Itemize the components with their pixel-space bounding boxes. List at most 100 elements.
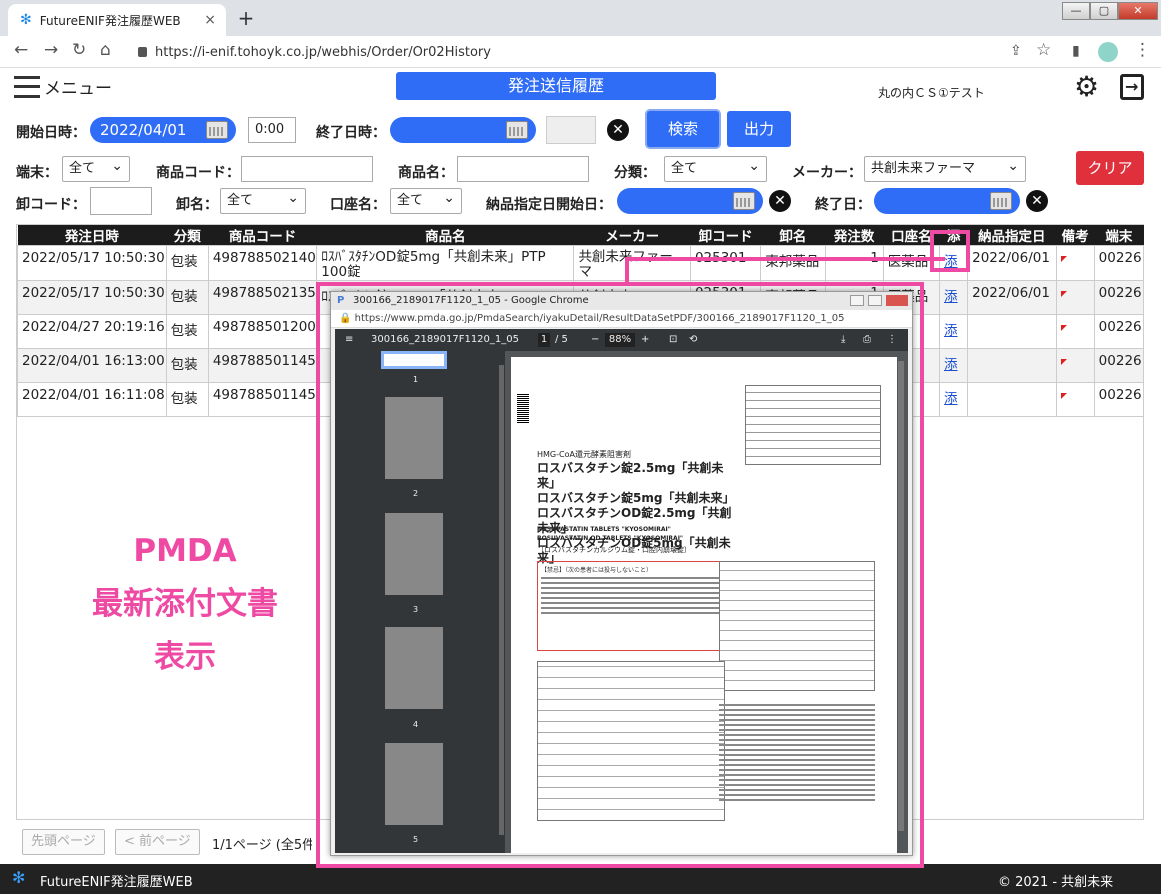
- account-select[interactable]: 全て: [390, 186, 462, 214]
- end-time-input[interactable]: [546, 116, 596, 144]
- logout-icon[interactable]: →: [1120, 74, 1144, 100]
- print-icon[interactable]: ⎙: [863, 329, 871, 351]
- pdf-thumbnail[interactable]: [385, 397, 443, 479]
- download-icon[interactable]: ⤓: [841, 329, 845, 351]
- cell-delivery: 2022/06/01: [967, 245, 1057, 281]
- profile-avatar[interactable]: [1098, 42, 1118, 62]
- search-button[interactable]: 検索: [647, 111, 719, 147]
- cell-wname: 東邦薬品: [760, 245, 826, 281]
- clear-delivery-start-icon[interactable]: ✕: [769, 190, 791, 212]
- end-label: 終了日時：: [316, 125, 386, 141]
- maker-select[interactable]: 共創未来ファーマ: [864, 154, 1026, 182]
- rotate-icon[interactable]: ⟲: [689, 329, 697, 351]
- col-header[interactable]: 発注日時: [17, 225, 167, 246]
- col-header[interactable]: 発注数: [825, 225, 884, 246]
- category-value: 全て: [671, 161, 698, 176]
- cell-remarks[interactable]: [1055, 314, 1095, 349]
- attachment-link[interactable]: 添: [939, 348, 969, 383]
- col-header[interactable]: メーカー: [573, 225, 691, 246]
- gear-icon[interactable]: ⚙: [1074, 72, 1099, 102]
- pdf-more-icon[interactable]: ⋮: [887, 329, 897, 351]
- product-code-input[interactable]: [241, 156, 373, 182]
- cell-remarks[interactable]: [1055, 245, 1095, 281]
- col-header[interactable]: 商品コード: [208, 225, 317, 246]
- pdf-thumbnail[interactable]: [385, 743, 443, 825]
- side-panel-icon[interactable]: ▮: [1072, 43, 1080, 59]
- back-icon[interactable]: ←: [14, 40, 28, 60]
- more-menu-icon[interactable]: ⋮: [1134, 40, 1151, 60]
- browser-tab[interactable]: ✻ FutureENIF発注履歴WEB ×: [8, 4, 226, 36]
- popup-titlebar[interactable]: P 300166_2189017F1120_1_05 - Google Chro…: [331, 292, 912, 310]
- zoom-in-icon[interactable]: +: [641, 329, 649, 351]
- annotation-text: PMDA 最新添付文書 表示: [60, 525, 310, 684]
- start-time-input[interactable]: 0:00: [248, 117, 296, 143]
- delivery-end-input[interactable]: [874, 188, 1020, 214]
- popup-url-bar[interactable]: 🔒 https://www.pmda.go.jp/PmdaSearch/iyak…: [331, 310, 912, 328]
- url-field[interactable]: https://i-enif.tohoyk.co.jp/webhis/Order…: [130, 40, 1060, 64]
- popup-close-button[interactable]: [886, 295, 908, 306]
- highlight-box: [930, 230, 970, 272]
- close-window-button[interactable]: ✕: [1118, 2, 1158, 20]
- col-header[interactable]: 商品名: [316, 225, 574, 246]
- pdf-page-input[interactable]: 1: [538, 333, 550, 347]
- first-page-button[interactable]: 先頭ページ: [22, 829, 105, 855]
- popup-minimize-button[interactable]: [850, 295, 864, 306]
- fit-page-icon[interactable]: ⊡: [669, 329, 677, 351]
- cell-remarks[interactable]: [1055, 348, 1095, 383]
- end-date-input[interactable]: [390, 117, 536, 143]
- forward-icon[interactable]: →: [44, 40, 58, 60]
- app-logo-icon: ✻: [20, 12, 32, 28]
- doc-table: [537, 661, 725, 821]
- cell-category: 包装: [165, 382, 209, 417]
- new-tab-button[interactable]: +: [234, 7, 258, 31]
- delivery-start-input[interactable]: [617, 188, 763, 214]
- terminal-select[interactable]: 全て: [62, 154, 130, 182]
- minimize-button[interactable]: —: [1062, 2, 1090, 20]
- tab-close-icon[interactable]: ×: [204, 12, 216, 28]
- calendar-icon[interactable]: [733, 192, 755, 210]
- popup-maximize-button[interactable]: [868, 295, 882, 306]
- prev-page-button[interactable]: < 前ページ: [115, 829, 200, 855]
- col-header[interactable]: 端末: [1094, 225, 1144, 246]
- attachment-link[interactable]: 添: [939, 314, 969, 349]
- pdf-thumbnail[interactable]: [385, 513, 443, 595]
- wholesale-name-select[interactable]: 全て: [220, 186, 306, 214]
- pdf-viewer[interactable]: HMG-CoA還元酵素阻害剤 ロスバスタチン錠2.5mg「共創未来」 ロスバスタ…: [505, 351, 908, 853]
- cell-remarks[interactable]: [1055, 382, 1095, 417]
- product-name-input[interactable]: [457, 156, 589, 182]
- pdf-thumbnail[interactable]: [385, 627, 443, 709]
- pdf-popup-window[interactable]: P 300166_2189017F1120_1_05 - Google Chro…: [330, 291, 913, 856]
- zoom-input[interactable]: 88%: [605, 333, 635, 347]
- clear-delivery-end-icon[interactable]: ✕: [1026, 190, 1048, 212]
- pdf-page: HMG-CoA還元酵素阻害剤 ロスバスタチン錠2.5mg「共創未来」 ロスバスタ…: [511, 357, 897, 853]
- wholesale-code-label: 卸コード：: [16, 197, 86, 213]
- zoom-out-icon[interactable]: −: [591, 329, 599, 351]
- col-header[interactable]: 納品指定日: [967, 225, 1057, 246]
- clear-end-date-icon[interactable]: ✕: [607, 119, 629, 141]
- pdf-menu-icon[interactable]: ≡: [345, 329, 353, 351]
- reload-icon[interactable]: ↻: [72, 40, 86, 60]
- col-header[interactable]: 卸名: [760, 225, 826, 246]
- output-button[interactable]: 出力: [727, 111, 791, 147]
- attachment-link[interactable]: 添: [939, 382, 969, 417]
- table-row[interactable]: 2022/05/17 10:50:30 包装 4987885021404 ﾛｽﾊ…: [17, 245, 1145, 281]
- cell-delivery: 2022/06/01: [967, 280, 1057, 315]
- thumbnail-scrollbar[interactable]: [499, 365, 504, 835]
- cell-remarks[interactable]: [1055, 280, 1095, 315]
- col-header[interactable]: 分類: [166, 225, 209, 246]
- wholesale-code-input[interactable]: [90, 187, 152, 215]
- clear-button[interactable]: クリア: [1076, 151, 1144, 185]
- menu-button[interactable]: メニュー: [14, 74, 112, 99]
- calendar-icon[interactable]: [990, 192, 1012, 210]
- attachment-link[interactable]: 添: [939, 280, 969, 315]
- col-header[interactable]: 備考: [1056, 225, 1095, 246]
- maximize-button[interactable]: ▢: [1090, 2, 1118, 20]
- home-icon[interactable]: ⌂: [100, 40, 111, 60]
- start-date-input[interactable]: 2022/04/01: [90, 117, 236, 143]
- calendar-icon[interactable]: [206, 121, 228, 139]
- pdf-thumbnail[interactable]: [381, 351, 447, 369]
- col-header[interactable]: 卸コード: [690, 225, 761, 246]
- calendar-icon[interactable]: [506, 121, 528, 139]
- category-select[interactable]: 全て: [664, 154, 767, 182]
- pdf-scrollbar[interactable]: [898, 361, 904, 831]
